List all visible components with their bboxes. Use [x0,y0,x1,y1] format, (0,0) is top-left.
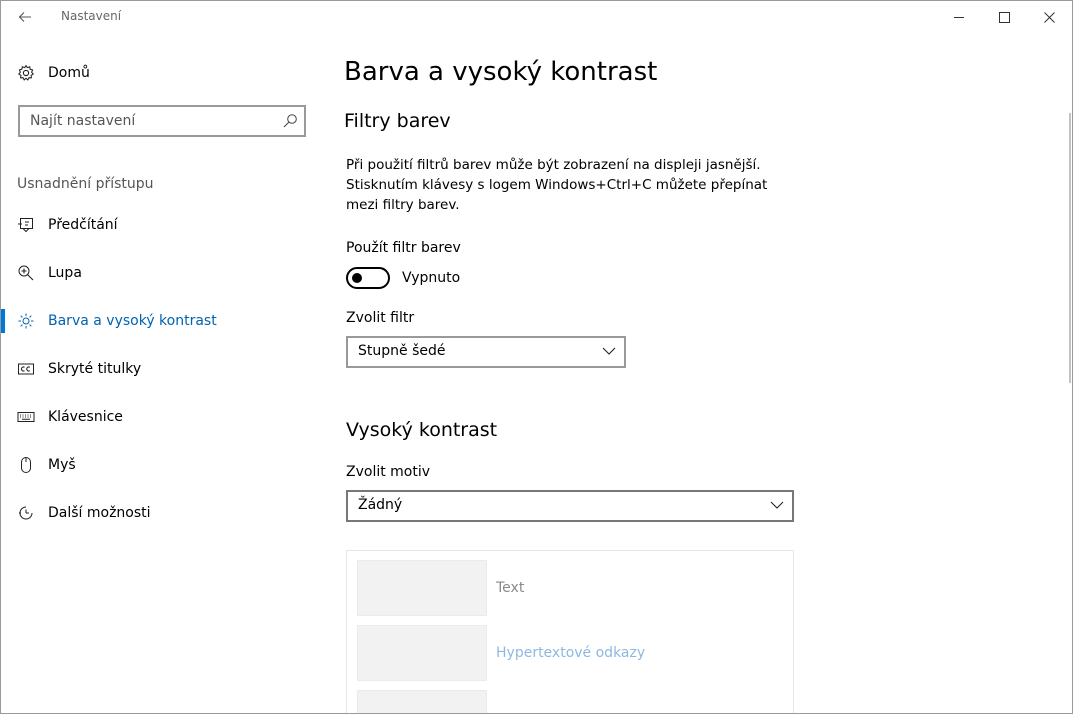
page-title: Barva a vysoký kontrast [344,57,658,87]
back-button[interactable] [8,4,42,30]
more-options-icon [17,504,35,522]
filter-select-label: Zvolit filtr [346,310,415,326]
keyboard-icon [17,408,35,426]
settings-window: Nastavení Domů Usnadnění přístupu [0,0,1073,714]
toggle-state: Vypnuto [402,270,461,286]
closed-captions-icon [17,360,35,378]
nav-item-label: Myš [48,457,76,473]
maximize-button[interactable] [981,1,1027,33]
nav-home[interactable]: Domů [1,53,331,93]
close-icon [1043,11,1055,23]
nav-item-keyboard[interactable]: Klávesnice [1,397,331,437]
nav-item-closed-captions[interactable]: Skryté titulky [1,349,331,389]
magnifier-icon [17,264,35,282]
preview-swatch [357,560,487,616]
search-field[interactable] [18,105,306,137]
close-button[interactable] [1026,1,1072,33]
filter-dropdown-value: Stupně šedé [358,343,446,359]
preview-text-label: Text [496,580,525,596]
preview-swatch [357,625,487,681]
search-input[interactable] [20,107,280,135]
nav-item-label: Předčítání [48,217,118,233]
chevron-down-icon [770,501,784,509]
nav-home-label: Domů [48,65,90,81]
toggle-label: Použít filtr barev [346,240,461,256]
nav-item-label: Barva a vysoký kontrast [48,313,217,329]
filters-heading: Filtry barev [344,110,451,132]
chevron-down-icon [602,347,616,355]
theme-dropdown[interactable]: Žádný [346,490,794,522]
window-title: Nastavení [61,9,122,23]
nav-item-magnifier[interactable]: Lupa [1,253,331,293]
gear-icon [17,64,35,82]
nav-item-mouse[interactable]: Myš [1,445,331,485]
section-label: Usnadnění přístupu [17,176,154,192]
filters-description: Při použití filtrů barev může být zobraz… [346,157,768,213]
maximize-icon [998,11,1010,23]
nav-item-label: Lupa [48,265,82,281]
title-bar: Nastavení [1,1,1072,33]
preview-swatch [357,690,487,713]
nav-item-label: Skryté titulky [48,361,142,377]
nav-item-more-options[interactable]: Další možnosti [1,493,331,533]
mouse-icon [17,456,35,474]
theme-dropdown-value: Žádný [358,497,403,513]
toggle-knob [352,273,362,283]
nav-item-narrator[interactable]: Předčítání [1,205,331,245]
minimize-icon [954,17,964,18]
theme-select-label: Zvolit motiv [346,464,431,480]
active-indicator [1,309,5,333]
scrollbar[interactable] [1069,113,1071,383]
back-arrow-icon [18,12,31,22]
preview-link-label: Hypertextové odkazy [496,645,646,661]
nav-item-label: Klávesnice [48,409,123,425]
contrast-heading: Vysoký kontrast [346,419,498,441]
brightness-icon [17,312,35,330]
nav-item-color-contrast[interactable]: Barva a vysoký kontrast [1,301,331,341]
theme-preview: Text Hypertextové odkazy [346,550,794,713]
search-icon[interactable] [282,113,298,129]
filter-dropdown[interactable]: Stupně šedé [346,336,626,368]
narrator-icon [17,216,35,234]
nav-item-label: Další možnosti [48,505,151,521]
color-filter-toggle[interactable] [346,267,390,289]
minimize-button[interactable] [936,1,982,33]
